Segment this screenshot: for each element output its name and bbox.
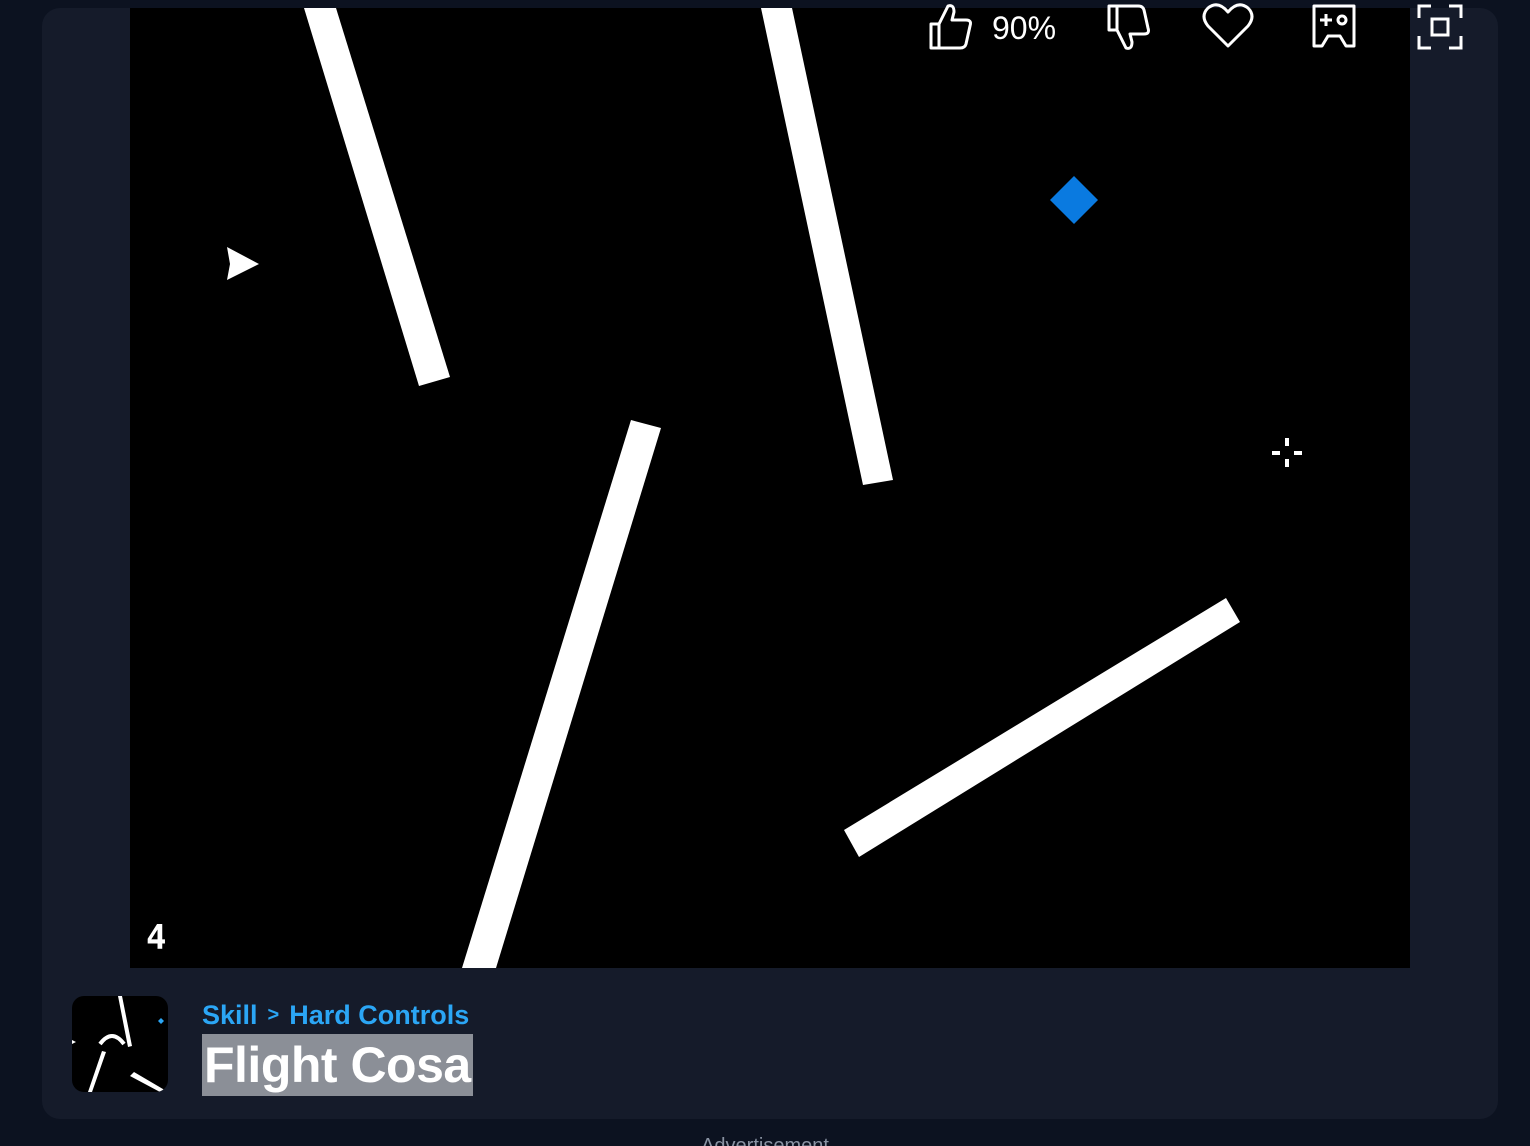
game-canvas[interactable]: [130, 8, 1410, 968]
breadcrumb-separator: >: [267, 1003, 280, 1026]
wall-obstacle: [462, 420, 661, 968]
game-scene: [227, 8, 1302, 968]
wall-obstacle: [761, 8, 893, 485]
gamepad-icon: [1310, 0, 1358, 56]
heart-icon: [1200, 0, 1256, 56]
like-percentage: 90%: [992, 9, 1057, 46]
wall-obstacle: [844, 598, 1240, 857]
thumbnail-image: [72, 996, 168, 1092]
thumbs-up-icon: [926, 0, 974, 56]
page: 4 Skill > Hard Controls Flight Cosa 90%: [0, 0, 1530, 1146]
breadcrumb: Skill > Hard Controls: [202, 998, 469, 1032]
wall-obstacle: [304, 8, 450, 386]
controls-button[interactable]: [1310, 0, 1358, 56]
level-counter: 4: [146, 918, 167, 958]
game-thumbnail[interactable]: [72, 996, 168, 1092]
advertisement-label: Advertisement: [701, 1135, 829, 1146]
fullscreen-icon: [1416, 0, 1464, 56]
favorite-button[interactable]: [1200, 0, 1256, 56]
fullscreen-button[interactable]: [1416, 0, 1464, 56]
goal-diamond-icon: [1050, 176, 1098, 224]
breadcrumb-category-link[interactable]: Skill: [202, 1000, 258, 1031]
game-title: Flight Cosa: [202, 1034, 473, 1096]
player-arrow-icon: [227, 247, 259, 280]
breadcrumb-subcategory-link[interactable]: Hard Controls: [289, 1000, 469, 1031]
like-button[interactable]: 90%: [926, 0, 1056, 56]
dislike-button[interactable]: [1102, 0, 1150, 56]
thumbs-down-icon: [1102, 0, 1150, 56]
crosshair-icon: [1272, 438, 1302, 467]
